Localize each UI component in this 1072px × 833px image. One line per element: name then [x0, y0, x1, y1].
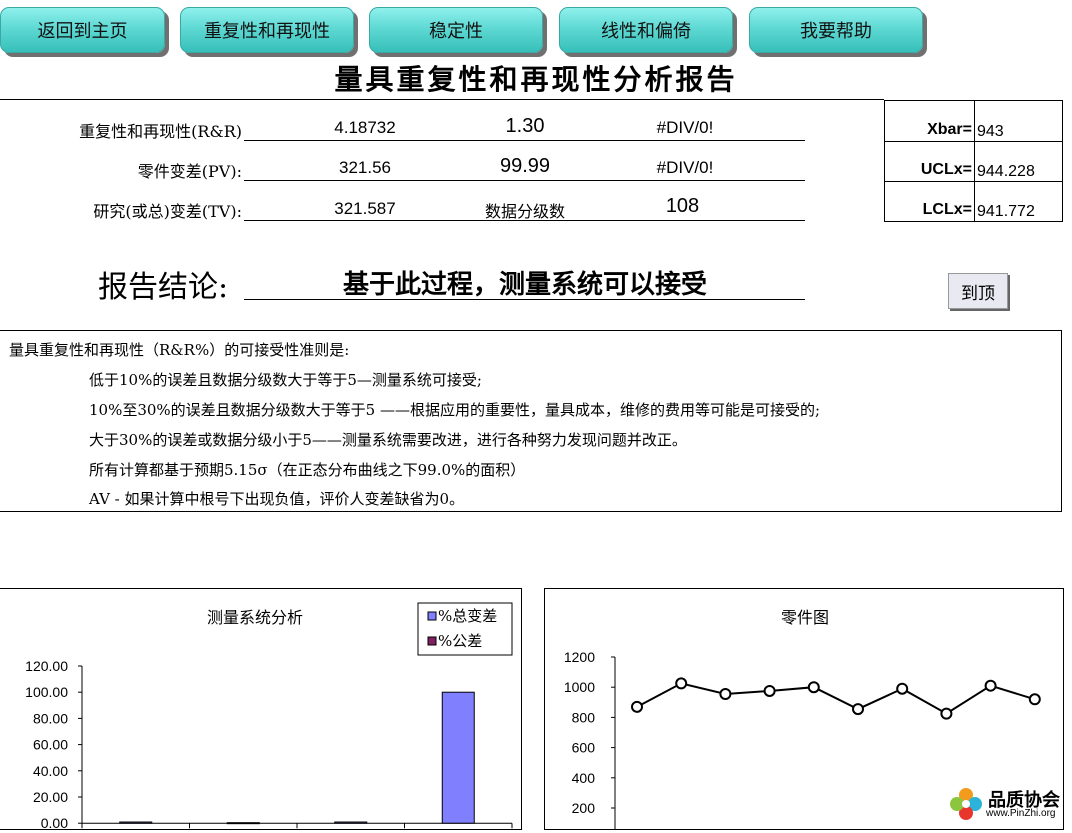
criteria-line: 所有计算都基于预期5.15σ（在正态分布曲线之下99.0%的面积） [89, 461, 526, 479]
flower-logo-icon [950, 788, 982, 820]
control-key: Xbar= [885, 101, 975, 141]
tv-value: 321.587 [334, 199, 396, 218]
y-tick-label: 60.00 [33, 737, 68, 753]
control-row: Xbar= 943 [885, 101, 1062, 142]
nav-label: 重复性和再现性 [204, 21, 330, 42]
y-tick-label: 20.00 [33, 789, 68, 805]
control-row: LCLx= 941.772 [885, 181, 1062, 221]
bar [441, 691, 475, 824]
nav-stability-button[interactable]: 稳定性 [369, 7, 543, 53]
pv-label: 零件变差(PV): [137, 162, 242, 181]
nav-label: 稳定性 [429, 21, 483, 42]
measurement-system-chart: 测量系统分析 %总变差 %公差 0.00 20.00 40.00 60.00 80.00… [0, 588, 522, 831]
y-tick-label: 100.00 [25, 684, 68, 700]
row-underline [244, 180, 805, 181]
tv-label: 研究(或总)变差(TV): [93, 202, 242, 221]
conclusion-underline [244, 299, 805, 300]
rr-label: 重复性和再现性(R&R) [79, 122, 242, 141]
y-tick-label: 200 [572, 800, 596, 816]
conclusion-text: 基于此过程，测量系统可以接受 [342, 270, 707, 300]
data-point [763, 684, 776, 697]
y-tick-label: 1000 [564, 679, 595, 695]
nav-label: 返回到主页 [37, 21, 128, 42]
chart-title: 测量系统分析 [207, 608, 303, 627]
y-tick-label: 120.00 [25, 658, 68, 674]
chart-title: 零件图 [781, 608, 829, 627]
data-point [852, 703, 864, 716]
data-point [940, 707, 953, 720]
criteria-line: 大于30%的误差或数据分级小于5——测量系统需要改进，进行各种努力发现问题并改正… [89, 431, 687, 449]
control-value: 944.228 [977, 163, 1035, 180]
y-tick-label: 600 [572, 740, 596, 756]
title-divider [0, 99, 884, 100]
criteria-line: AV - 如果计算中根号下出现负值，评价人变差缺省为0。 [89, 490, 465, 508]
pv-percent: 99.99 [499, 155, 551, 177]
page-title: 量具重复性和再现性分析报告 [334, 63, 738, 96]
bar-chart-svg: 测量系统分析 %总变差 %公差 0.00 20.00 40.00 60.00 80.00… [25, 602, 513, 831]
criteria-line: 10%至30%的误差且数据分级数大于等于5 ——根据应用的重要性，量具成本，维修… [89, 401, 821, 419]
data-point [1028, 693, 1041, 706]
legend-label: %总变差 [438, 607, 497, 625]
data-point [807, 681, 820, 694]
rr-tolerance: #DIV/0! [656, 118, 714, 137]
criteria-line: 低于10%的误差且数据分级数大于等于5—测量系统可接受; [89, 371, 482, 389]
back-to-top-label: 到顶 [961, 283, 995, 304]
criteria-heading: 量具重复性和再现性（R&R%）的可接受性准则是: [9, 341, 350, 359]
series-line [636, 682, 1036, 715]
watermark: 品质协会 www.PinZhi.org [946, 784, 1071, 822]
legend-swatch [427, 611, 437, 621]
legend-label: %公差 [438, 632, 482, 650]
y-tick-label: 800 [572, 709, 596, 725]
control-limits-box: Xbar= 943 UCLx= 944.228 LCLx= 941.772 [884, 100, 1063, 222]
nav-grr-button[interactable]: 重复性和再现性 [180, 7, 354, 53]
data-point [984, 679, 997, 692]
pv-value: 321.56 [339, 158, 391, 177]
control-value: 941.772 [977, 203, 1035, 220]
control-row: UCLx= 944.228 [885, 141, 1062, 182]
data-point [719, 687, 732, 700]
data-point [631, 700, 643, 713]
row-underline [244, 220, 805, 221]
y-tick-label: 1200 [564, 649, 595, 665]
nav-label: 我要帮助 [800, 21, 872, 42]
control-key: LCLx= [885, 181, 975, 221]
nav-help-button[interactable]: 我要帮助 [749, 7, 923, 53]
y-tick-label: 80.00 [33, 710, 68, 726]
rr-value: 4.18732 [334, 118, 396, 137]
legend-swatch [427, 636, 437, 646]
row-underline [244, 140, 805, 141]
pv-tolerance: #DIV/0! [656, 158, 714, 177]
data-point [896, 682, 909, 695]
rr-percent: 1.30 [505, 115, 545, 137]
chart-legend: %总变差 %公差 [417, 602, 513, 656]
nav-linearity-button[interactable]: 线性和偏倚 [559, 7, 733, 53]
control-value: 943 [977, 123, 1004, 140]
nav-home-button[interactable]: 返回到主页 [0, 7, 165, 53]
data-point [675, 677, 688, 690]
back-to-top-button[interactable]: 到顶 [948, 273, 1008, 309]
nav-label: 线性和偏倚 [601, 21, 691, 42]
control-key: UCLx= [885, 141, 975, 181]
conclusion-label: 报告结论: [98, 270, 229, 305]
watermark-url: www.PinZhi.org [986, 808, 1056, 819]
y-tick-label: 400 [572, 770, 596, 786]
y-tick-label: 0.00 [41, 815, 68, 829]
ndc-value: 108 [665, 195, 700, 217]
ndc-label: 数据分级数 [484, 202, 565, 221]
y-tick-label: 40.00 [33, 763, 68, 779]
criteria-box: 量具重复性和再现性（R&R%）的可接受性准则是: 低于10%的误差且数据分级数大… [0, 330, 1062, 512]
